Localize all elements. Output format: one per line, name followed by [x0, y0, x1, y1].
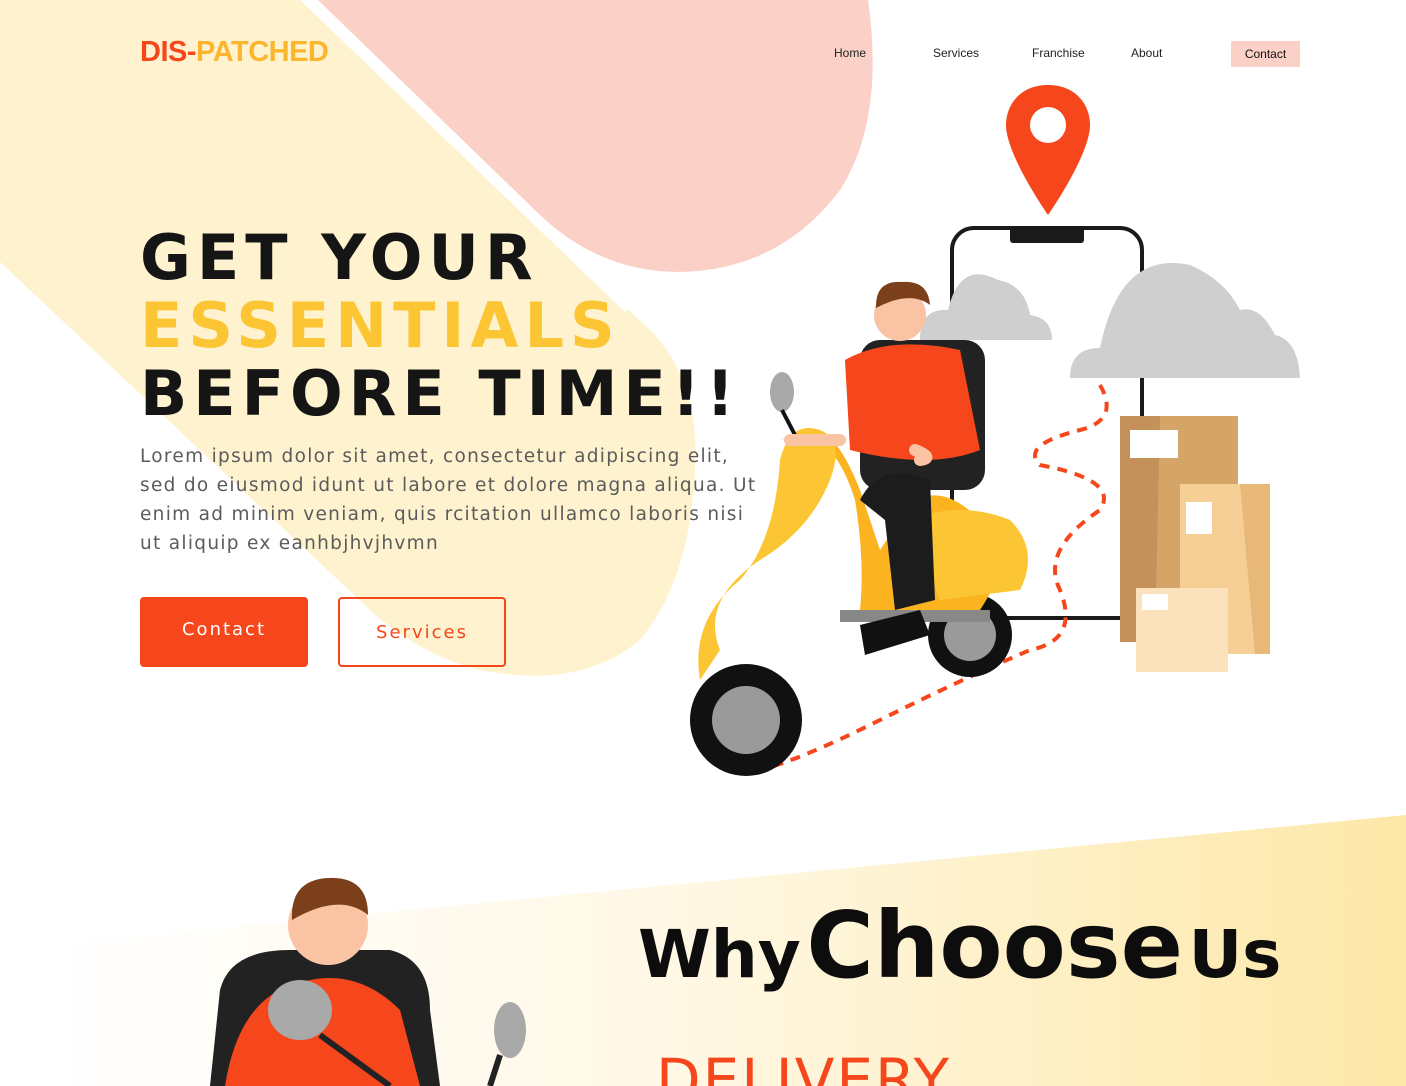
brand-logo[interactable]: DIS-PATCHED — [140, 36, 329, 69]
nav-home[interactable]: Home — [834, 46, 866, 60]
why-word-2: Choose — [806, 892, 1183, 999]
nav-services[interactable]: Services — [933, 46, 979, 60]
hero-line-3: BEFORE TIME!! — [140, 357, 741, 430]
delivery-scooter-illustration — [690, 85, 1300, 776]
why-word-1: Why — [638, 916, 801, 993]
phone-notch — [1010, 227, 1084, 243]
location-pin-icon — [1006, 85, 1090, 215]
package-boxes — [1120, 416, 1270, 672]
why-choose-us-heading: Why Choose Us — [638, 892, 1281, 999]
brand-part-2: PATCHED — [196, 36, 329, 68]
hero-paragraph: Lorem ipsum dolor sit amet, consectetur … — [140, 446, 757, 554]
why-word-3: Us — [1188, 916, 1282, 993]
contact-button[interactable]: Contact — [140, 597, 308, 667]
services-button[interactable]: Services — [338, 597, 506, 667]
brand-part-1: DIS- — [140, 36, 197, 68]
nav-franchise[interactable]: Franchise — [1032, 46, 1085, 60]
nav-contact-button[interactable]: Contact — [1231, 41, 1300, 67]
delivery-heading: DELIVERY — [656, 1046, 952, 1086]
hero-heading: GET YOUR ESSENTIALS BEFORE TIME!! — [140, 224, 740, 428]
rider-closeup-illustration — [210, 877, 526, 1086]
nav-about[interactable]: About — [1131, 46, 1162, 60]
hero-line-1: GET YOUR — [140, 221, 539, 294]
hero-line-2: ESSENTIALS — [140, 289, 621, 362]
